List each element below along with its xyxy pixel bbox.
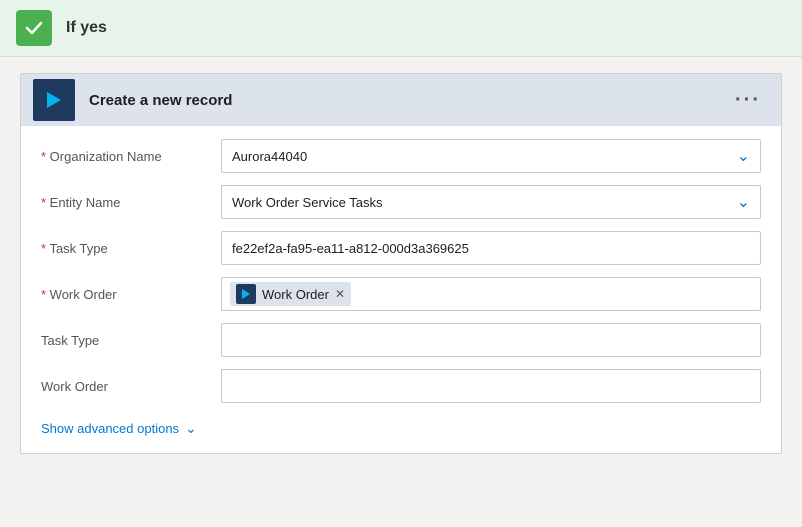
work-order-required-row: Work Order Work Order ✕ <box>41 276 761 312</box>
entity-name-dropdown[interactable]: Work Order Service Tasks ⌄ <box>221 185 761 219</box>
entity-name-label: Entity Name <box>41 195 221 210</box>
work-order-required-label: Work Order <box>41 287 221 302</box>
card-logo-icon <box>33 79 75 121</box>
work-order-required-field: Work Order ✕ <box>221 277 761 311</box>
org-name-value: Aurora44040 <box>232 149 731 164</box>
main-area: Create a new record ··· Organization Nam… <box>0 57 802 527</box>
task-type-required-label: Task Type <box>41 241 221 256</box>
work-order-tag-icon <box>236 284 256 304</box>
work-order-tag-label: Work Order <box>262 287 329 302</box>
work-order-optional-field <box>221 369 761 403</box>
task-type-required-field <box>221 231 761 265</box>
work-order-tag-close-icon[interactable]: ✕ <box>335 287 345 301</box>
header-bar: If yes <box>0 0 802 57</box>
org-name-chevron-icon: ⌄ <box>737 146 750 166</box>
task-type-required-row: Task Type <box>41 230 761 266</box>
page-title: If yes <box>66 19 107 37</box>
show-advanced-label: Show advanced options <box>41 421 179 436</box>
task-type-optional-label: Task Type <box>41 333 221 348</box>
card-header: Create a new record ··· <box>21 74 781 126</box>
entity-name-value: Work Order Service Tasks <box>232 195 731 210</box>
org-name-row: Organization Name Aurora44040 ⌄ <box>41 138 761 174</box>
org-name-dropdown[interactable]: Aurora44040 ⌄ <box>221 139 761 173</box>
work-order-tag-container: Work Order ✕ <box>221 277 761 311</box>
task-type-optional-field <box>221 323 761 357</box>
entity-name-chevron-icon: ⌄ <box>737 192 750 212</box>
show-advanced-button[interactable]: Show advanced options ⌄ <box>41 414 761 437</box>
task-type-input-container <box>221 231 761 265</box>
card-title: Create a new record <box>89 92 727 109</box>
work-order-optional-input[interactable] <box>221 369 761 403</box>
org-name-label: Organization Name <box>41 149 221 164</box>
work-order-tag: Work Order ✕ <box>230 282 351 306</box>
entity-name-field: Work Order Service Tasks ⌄ <box>221 185 761 219</box>
work-order-optional-label: Work Order <box>41 379 221 394</box>
card-menu-button[interactable]: ··· <box>727 86 769 114</box>
task-type-optional-row: Task Type <box>41 322 761 358</box>
card-body: Organization Name Aurora44040 ⌄ Entity N… <box>21 126 781 453</box>
task-type-optional-input[interactable] <box>221 323 761 357</box>
check-icon <box>16 10 52 46</box>
show-advanced-chevron-icon: ⌄ <box>185 420 197 437</box>
entity-name-row: Entity Name Work Order Service Tasks ⌄ <box>41 184 761 220</box>
create-record-card: Create a new record ··· Organization Nam… <box>20 73 782 454</box>
work-order-optional-row: Work Order <box>41 368 761 404</box>
task-type-input[interactable] <box>232 241 750 256</box>
org-name-field: Aurora44040 ⌄ <box>221 139 761 173</box>
